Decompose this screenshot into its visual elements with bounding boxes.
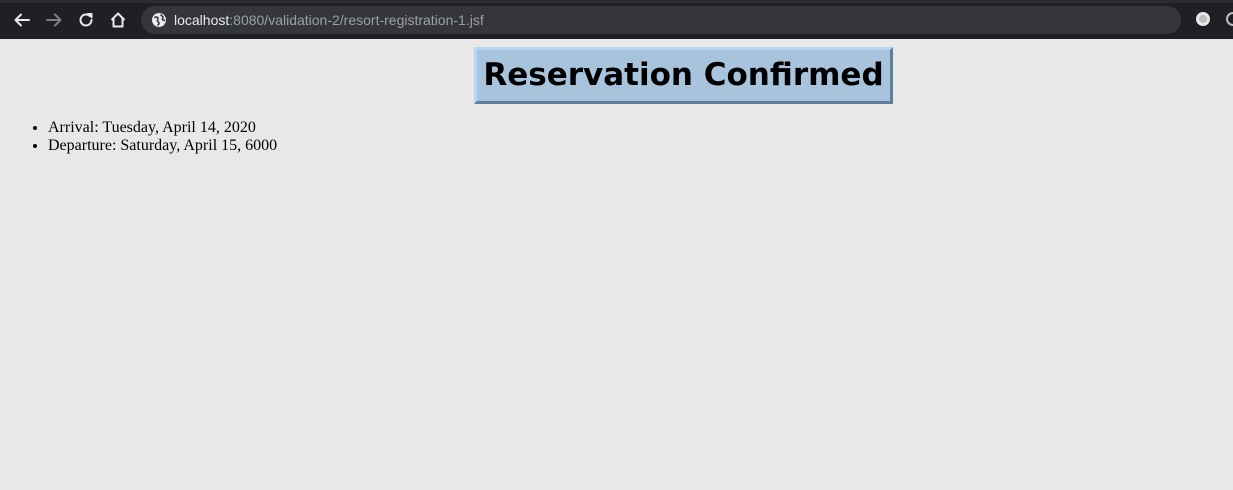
home-button[interactable]	[106, 8, 130, 32]
circle-icon[interactable]	[1226, 12, 1233, 26]
reload-button[interactable]	[74, 8, 98, 32]
url-text[interactable]: localhost:8080/validation-2/resort-regis…	[174, 11, 484, 29]
arrow-left-icon	[14, 13, 30, 27]
tab-strip-edge	[0, 0, 1233, 3]
back-button[interactable]	[10, 8, 34, 32]
reload-icon	[79, 13, 93, 27]
arrow-right-icon	[46, 13, 62, 27]
url-path: :8080/validation-2/resort-registration-1…	[229, 12, 484, 28]
record-icon[interactable]	[1196, 12, 1210, 26]
departure-item: Departure: Saturday, April 15, 6000	[48, 137, 277, 155]
address-bar[interactable]: localhost:8080/validation-2/resort-regis…	[141, 6, 1181, 34]
browser-toolbar: localhost:8080/validation-2/resort-regis…	[0, 0, 1233, 39]
reservation-details-list: Arrival: Tuesday, April 14, 2020 Departu…	[0, 119, 277, 155]
home-icon	[110, 12, 126, 28]
arrival-item: Arrival: Tuesday, April 14, 2020	[48, 119, 277, 137]
url-host: localhost	[174, 12, 230, 28]
page-title: Reservation Confirmed	[474, 47, 893, 104]
globe-icon[interactable]	[151, 12, 167, 28]
forward-button[interactable]	[42, 8, 66, 32]
